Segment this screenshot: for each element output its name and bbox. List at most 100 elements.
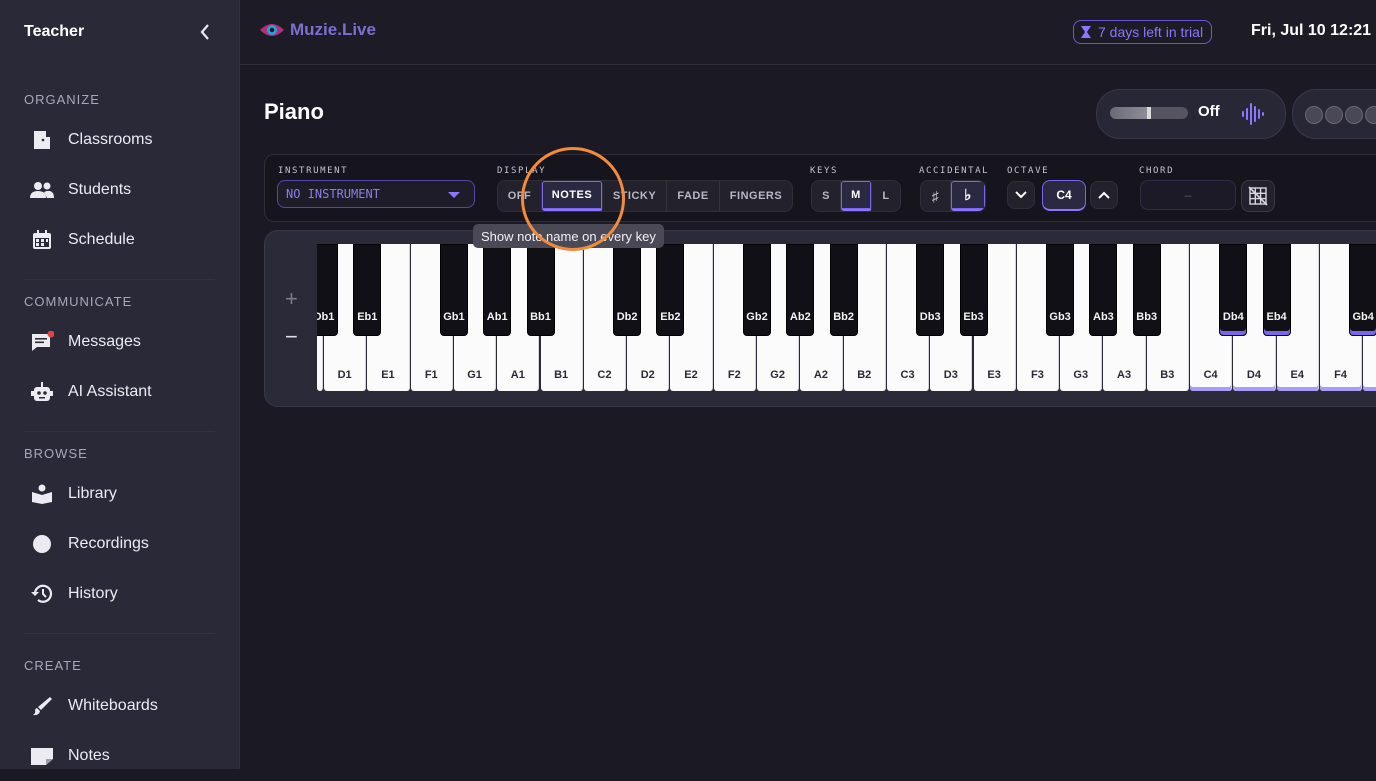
logo-text: Muzie.Live (290, 20, 376, 39)
audio-wave-icon[interactable] (1241, 102, 1265, 126)
section-label-communicate: COMMUNICATE (24, 294, 133, 309)
black-key-db1[interactable]: Db1 (317, 244, 338, 336)
piano-keyboard: D1 E1 F1 G1 A1 B1 C2 D2 E2 F2 G2 A2 B2 C3 D3 E3 F3 G3 A3 B3… (317, 244, 1376, 392)
key-label: G2 (770, 369, 785, 381)
key-label: Db3 (919, 311, 941, 323)
sidebar-item-notes[interactable]: Notes (0, 731, 239, 781)
octave-up-button[interactable] (1090, 181, 1118, 209)
black-key-eb2[interactable]: Eb2 (656, 244, 685, 336)
key-label: A2 (813, 369, 828, 381)
key-label: E2 (684, 369, 698, 381)
piano-panel: + − D1 E1 F1 G1 A1 B1 C2 D2 E2 F2 G2 A2 B2 C3 D3 E3 F3 G3… (264, 230, 1376, 407)
key-label: F3 (1031, 369, 1044, 381)
mic-volume-slider[interactable] (1110, 107, 1188, 119)
collapse-sidebar-button[interactable] (195, 22, 215, 42)
flat-button[interactable]: ♭ (951, 181, 985, 211)
black-key-db3[interactable]: Db3 (916, 244, 945, 336)
key-label: F2 (727, 369, 741, 381)
sidebar-item-schedule[interactable]: Schedule (0, 215, 239, 265)
key-size-s-button[interactable]: S (812, 181, 841, 211)
zoom-in-button[interactable]: + (285, 286, 298, 312)
key-label: Eb1 (357, 311, 378, 323)
section-label-create: CREATE (24, 658, 82, 673)
sidebar-item-messages[interactable]: Messages (0, 317, 239, 367)
black-key-gb1[interactable]: Gb1 (439, 244, 468, 336)
key-label: E1 (381, 369, 395, 381)
trial-badge[interactable]: 7 days left in trial (1073, 20, 1213, 44)
key-size-m-button[interactable]: M (841, 181, 872, 211)
black-key-db2[interactable]: Db2 (613, 244, 642, 336)
black-key-eb1[interactable]: Eb1 (353, 244, 382, 336)
sidebar-item-recordings[interactable]: Recordings (0, 519, 239, 569)
key-label: F4 (1334, 369, 1347, 381)
key-label: D2 (640, 369, 655, 381)
sidebar-item-history[interactable]: History (0, 569, 239, 619)
black-key-db4[interactable]: Db4 (1219, 244, 1248, 336)
sidebar-item-students[interactable]: Students (0, 165, 239, 215)
accidental-group: ♯ ♭ (920, 180, 986, 212)
key-label: Db4 (1222, 311, 1244, 323)
mic-status-label: Off (1198, 103, 1220, 120)
black-key-gb4[interactable]: Gb4 (1349, 244, 1376, 336)
black-key-bb3[interactable]: Bb3 (1132, 244, 1161, 336)
key-label: B1 (554, 369, 569, 381)
sidebar-item-classrooms[interactable]: Classrooms (0, 115, 239, 165)
key-label: C3 (900, 369, 915, 381)
chord-input[interactable]: – (1140, 180, 1236, 210)
black-key-eb3[interactable]: Eb3 (959, 244, 988, 336)
key-label: G4 (1363, 369, 1376, 381)
black-key-ab3[interactable]: Ab3 (1089, 244, 1118, 336)
sidebar-item-ai-assistant[interactable]: AI Assistant (0, 367, 239, 417)
instrument-select[interactable]: NO INSTRUMENT (277, 180, 475, 208)
key-size-group: S M L (811, 180, 901, 212)
black-key-bb1[interactable]: Bb1 (526, 244, 555, 336)
octave-label: OCTAVE (1007, 166, 1050, 176)
robot-icon (28, 380, 56, 404)
focus-highlight-ring (521, 147, 625, 251)
participants-control[interactable] (1292, 89, 1376, 139)
chord-grid-button[interactable] (1241, 180, 1275, 212)
app-logo[interactable]: Muzie.Live (258, 20, 376, 40)
black-key-eb4[interactable]: Eb4 (1262, 244, 1291, 336)
participant-dot (1305, 106, 1323, 124)
key-label: Eb4 (1266, 311, 1287, 323)
black-key-ab1[interactable]: Ab1 (483, 244, 512, 336)
key-label: D1 (337, 369, 352, 381)
key-size-l-button[interactable]: L (872, 181, 900, 211)
participant-dot (1325, 106, 1343, 124)
sidebar-item-label: Schedule (68, 231, 135, 248)
octave-value[interactable]: C4 (1042, 180, 1086, 211)
zoom-out-button[interactable]: − (285, 324, 298, 350)
black-key-gb2[interactable]: Gb2 (743, 244, 771, 336)
black-key-gb3[interactable]: Gb3 (1046, 244, 1075, 336)
sidebar-item-label: Whiteboards (68, 697, 158, 714)
key-label: Ab3 (1093, 311, 1114, 323)
participant-dot (1345, 106, 1363, 124)
slider-handle[interactable] (1147, 107, 1151, 119)
sidebar-item-label: History (68, 585, 118, 602)
trial-text: 7 days left in trial (1098, 24, 1204, 40)
display-fade-button[interactable]: FADE (667, 181, 720, 211)
sidebar-item-label: AI Assistant (68, 383, 152, 400)
black-key-ab2[interactable]: Ab2 (786, 244, 815, 336)
display-fingers-button[interactable]: FINGERS (720, 181, 792, 211)
instrument-value: NO INSTRUMENT (286, 187, 380, 201)
keys-label: KEYS (810, 166, 839, 176)
sidebar-item-whiteboards[interactable]: Whiteboards (0, 681, 239, 731)
key-label: Ab2 (789, 311, 811, 323)
instrument-label: INSTRUMENT (278, 166, 349, 176)
grid-off-icon (1248, 186, 1268, 206)
hourglass-icon (1081, 26, 1091, 38)
sharp-button[interactable]: ♯ (921, 181, 951, 211)
octave-down-button[interactable] (1007, 181, 1035, 209)
calendar-icon (28, 228, 56, 252)
key-label: Db2 (616, 311, 638, 323)
sidebar-title: Teacher (24, 23, 85, 40)
key-label: G1 (467, 369, 482, 381)
datetime: Fri, Jul 10 12:21 (1251, 22, 1372, 39)
message-icon (28, 330, 56, 354)
sidebar-item-library[interactable]: Library (0, 469, 239, 519)
slider-fill (1110, 107, 1149, 119)
black-key-bb2[interactable]: Bb2 (829, 244, 858, 336)
sidebar: Teacher ORGANIZE Classrooms Students Sch… (0, 0, 240, 769)
